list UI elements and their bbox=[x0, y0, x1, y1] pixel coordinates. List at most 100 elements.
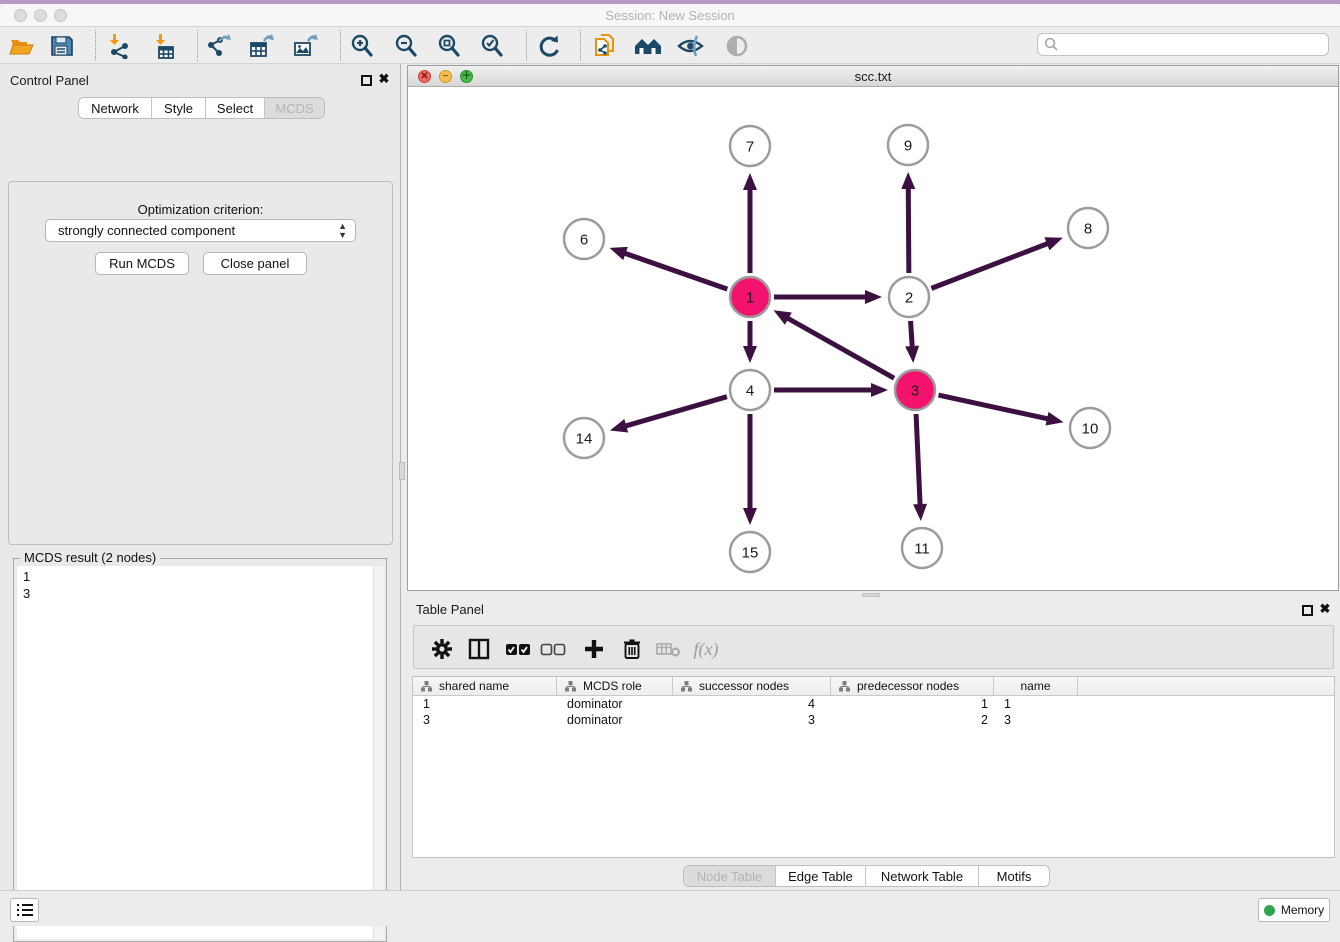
graph-node-14[interactable]: 14 bbox=[564, 418, 604, 458]
export-image-button[interactable] bbox=[292, 32, 320, 60]
column-header-predecessor-nodes[interactable]: predecessor nodes bbox=[831, 677, 994, 695]
cell-mcds-role[interactable]: dominator bbox=[557, 712, 673, 728]
duplicate-network-button[interactable] bbox=[591, 32, 619, 60]
network-graph[interactable]: 1 2 3 4 6 7 8 9 10 11 14 15 bbox=[408, 87, 1338, 590]
column-header-successor-nodes[interactable]: successor nodes bbox=[673, 677, 831, 695]
tab-motifs[interactable]: Motifs bbox=[979, 866, 1049, 886]
delete-column-button[interactable] bbox=[617, 634, 647, 664]
eye-disabled-icon bbox=[723, 33, 751, 59]
select-all-button[interactable] bbox=[503, 634, 533, 664]
list-icon bbox=[16, 902, 34, 918]
hide-selected-button[interactable] bbox=[677, 32, 705, 60]
graph-node-3[interactable]: 3 bbox=[895, 370, 935, 410]
control-panel-tabs: Network Style Select MCDS bbox=[78, 97, 325, 119]
close-panel-button[interactable]: Close panel bbox=[203, 252, 307, 275]
graph-edge-3-1[interactable] bbox=[787, 318, 895, 379]
graph-node-2[interactable]: 2 bbox=[889, 277, 929, 317]
graph-node-6[interactable]: 6 bbox=[564, 219, 604, 259]
graph-node-1[interactable]: 1 bbox=[730, 277, 770, 317]
horizontal-splitter-handle[interactable] bbox=[862, 593, 880, 597]
zoom-in-button[interactable] bbox=[348, 32, 376, 60]
tab-edge-table[interactable]: Edge Table bbox=[776, 866, 866, 886]
zoom-out-button[interactable] bbox=[392, 32, 420, 60]
column-layout-button[interactable] bbox=[464, 634, 494, 664]
export-table-button[interactable] bbox=[248, 32, 276, 60]
graph-node-9[interactable]: 9 bbox=[888, 125, 928, 165]
network-window-titlebar[interactable]: ✕ − ＋ scc.txt bbox=[408, 66, 1338, 87]
cell-shared-name[interactable]: 1 bbox=[413, 696, 557, 712]
cell-predecessor-nodes[interactable]: 1 bbox=[831, 696, 994, 712]
horizontal-splitter[interactable] bbox=[407, 591, 1339, 598]
control-panel-close-icon[interactable]: ✖ bbox=[376, 71, 392, 87]
open-file-button[interactable] bbox=[8, 32, 36, 60]
tab-network-table[interactable]: Network Table bbox=[866, 866, 979, 886]
memory-button[interactable]: Memory bbox=[1258, 898, 1330, 922]
graph-edge-4-14[interactable] bbox=[624, 397, 727, 427]
graph-node-10[interactable]: 10 bbox=[1070, 408, 1110, 448]
import-table-button[interactable] bbox=[151, 32, 179, 60]
cell-name[interactable]: 1 bbox=[994, 696, 1078, 712]
graph-node-7[interactable]: 7 bbox=[730, 126, 770, 166]
function-builder-button[interactable]: f(x) bbox=[691, 634, 721, 664]
run-mcds-button[interactable]: Run MCDS bbox=[95, 252, 189, 275]
graph-edge-3-11[interactable] bbox=[916, 414, 920, 506]
graph-edge-1-6[interactable] bbox=[624, 253, 728, 289]
tab-mcds[interactable]: MCDS bbox=[265, 98, 324, 118]
export-table-icon bbox=[249, 33, 275, 59]
apply-layout-button[interactable] bbox=[535, 32, 563, 60]
houses-icon bbox=[634, 33, 662, 59]
graph-edge-2-3[interactable] bbox=[911, 321, 913, 348]
graph-node-15[interactable]: 15 bbox=[730, 532, 770, 572]
graph-node-4[interactable]: 4 bbox=[730, 370, 770, 410]
window-titlebar[interactable]: Session: New Session bbox=[0, 4, 1340, 27]
export-network-button[interactable] bbox=[204, 32, 232, 60]
delete-table-button[interactable] bbox=[654, 634, 684, 664]
zoom-selected-button[interactable] bbox=[478, 32, 506, 60]
graph-edge-2-9[interactable] bbox=[908, 187, 909, 273]
table-panel-float-icon[interactable] bbox=[1302, 605, 1313, 616]
neighborhood-button[interactable] bbox=[634, 32, 662, 60]
tab-network[interactable]: Network bbox=[79, 98, 152, 118]
zoom-fit-button[interactable] bbox=[435, 32, 463, 60]
save-session-button[interactable] bbox=[48, 32, 76, 60]
control-panel-title: Control Panel bbox=[10, 73, 89, 88]
table-row[interactable]: 3 dominator 3 2 3 bbox=[413, 712, 1334, 728]
cell-predecessor-nodes[interactable]: 2 bbox=[831, 712, 994, 728]
column-header-mcds-role[interactable]: MCDS role bbox=[557, 677, 673, 695]
deselect-all-button[interactable] bbox=[538, 634, 568, 664]
column-header-name[interactable]: name bbox=[994, 677, 1078, 695]
edge-arrowhead bbox=[610, 419, 628, 432]
graph-edge-3-10[interactable] bbox=[938, 395, 1049, 419]
graph-node-label: 3 bbox=[911, 382, 919, 399]
add-column-button[interactable] bbox=[579, 634, 609, 664]
tab-node-table[interactable]: Node Table bbox=[684, 866, 776, 886]
network-canvas[interactable]: 1 2 3 4 6 7 8 9 10 11 14 15 bbox=[408, 87, 1338, 590]
optimization-criterion-select[interactable]: strongly connected component ▲▼ bbox=[45, 219, 356, 242]
cell-mcds-role[interactable]: dominator bbox=[557, 696, 673, 712]
panel-splitter-handle[interactable] bbox=[399, 462, 405, 480]
mcds-result-textarea[interactable]: 13 bbox=[17, 566, 384, 939]
control-panel-float-icon[interactable] bbox=[361, 75, 372, 86]
mcds-result-title: MCDS result (2 nodes) bbox=[20, 550, 160, 565]
edge-arrowhead bbox=[865, 290, 882, 304]
tab-style[interactable]: Style bbox=[152, 98, 206, 118]
tab-select[interactable]: Select bbox=[206, 98, 265, 118]
cell-shared-name[interactable]: 3 bbox=[413, 712, 557, 728]
result-scrollbar[interactable] bbox=[373, 566, 384, 939]
graph-node-11[interactable]: 11 bbox=[902, 528, 942, 568]
search-input[interactable] bbox=[1059, 35, 1328, 54]
edge-arrowhead bbox=[1044, 237, 1062, 250]
graph-node-8[interactable]: 8 bbox=[1068, 208, 1108, 248]
dev-panel-button[interactable] bbox=[10, 898, 39, 922]
cell-successor-nodes[interactable]: 3 bbox=[673, 712, 831, 728]
cell-name[interactable]: 3 bbox=[994, 712, 1078, 728]
table-settings-button[interactable] bbox=[427, 634, 457, 664]
graph-edge-2-8[interactable] bbox=[931, 243, 1048, 288]
table-panel-close-icon[interactable]: ✖ bbox=[1317, 601, 1333, 617]
cell-successor-nodes[interactable]: 4 bbox=[673, 696, 831, 712]
import-network-button[interactable] bbox=[105, 32, 133, 60]
show-hidden-button[interactable] bbox=[723, 32, 751, 60]
table-row[interactable]: 1 dominator 4 1 1 bbox=[413, 696, 1334, 712]
column-header-shared-name[interactable]: shared name bbox=[413, 677, 557, 695]
search-field[interactable] bbox=[1037, 33, 1329, 56]
